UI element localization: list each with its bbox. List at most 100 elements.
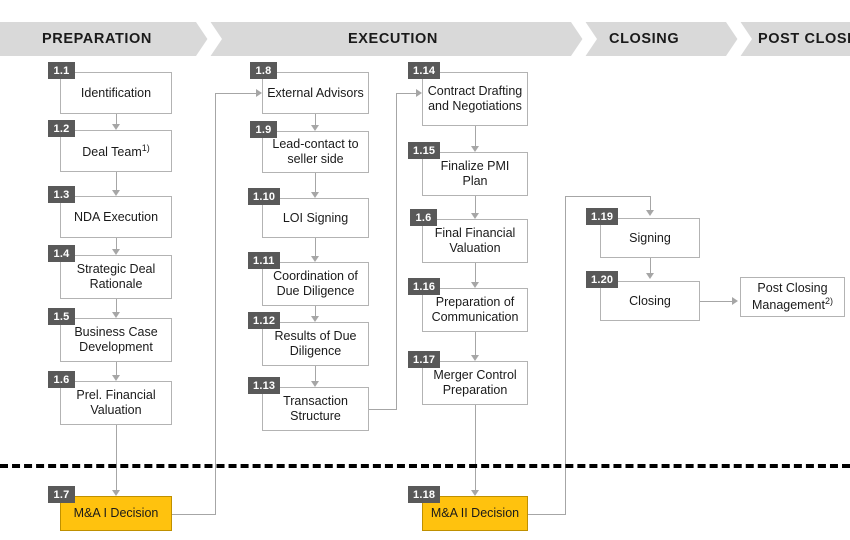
node-post-closing-management[interactable]: Post Closing Management2) xyxy=(740,277,845,317)
connector-1-11-to-1-12 xyxy=(315,306,316,316)
connector-1-13-to-1-14-seg-in xyxy=(396,93,416,94)
badge-1-6-text: 1.6 xyxy=(53,373,70,386)
phase-post-closing: POST CLOSING xyxy=(738,22,850,56)
node-loi-signing-label: LOI Signing xyxy=(282,210,349,225)
node-business-case-development[interactable]: Business Case Development xyxy=(60,318,172,362)
badge-1-9: 1.9 xyxy=(250,121,277,138)
badge-1-16-text: 1.16 xyxy=(413,280,436,293)
node-coordination-due-diligence-label: Coordination of Due Diligence xyxy=(273,269,358,298)
connector-1-15-to-1-6b xyxy=(475,196,476,213)
ma-process-flow-diagram: PREPARATION EXECUTION CLOSING POST CLOSI… xyxy=(0,0,850,540)
connector-1-7-to-1-8-seg-right xyxy=(172,514,216,515)
node-finalize-pmi-plan-label: Finalize PMI Plan xyxy=(440,159,510,188)
badge-1-3-text: 1.3 xyxy=(53,188,70,201)
connector-1-1-to-1-2 xyxy=(116,114,117,124)
node-merger-control-preparation-label: Merger Control Preparation xyxy=(433,368,517,397)
badge-1-20-text: 1.20 xyxy=(591,273,614,286)
node-lead-contact[interactable]: Lead-contact to seller side xyxy=(262,131,369,173)
badge-1-6b: 1.6 xyxy=(410,209,437,226)
node-ma-i-decision-label: M&A I Decision xyxy=(73,506,159,521)
node-identification[interactable]: Identification xyxy=(60,72,172,114)
badge-1-16: 1.16 xyxy=(408,278,441,295)
badge-1-19: 1.19 xyxy=(586,208,619,225)
badge-1-1-text: 1.1 xyxy=(53,64,70,77)
badge-1-17: 1.17 xyxy=(408,351,441,368)
node-strategic-deal-rationale-label: Strategic Deal Rationale xyxy=(76,262,156,291)
connector-1-3-to-1-4 xyxy=(116,238,117,249)
connector-1-20-to-post-closing xyxy=(700,301,732,302)
node-deal-team-label: Deal Team1) xyxy=(82,142,150,159)
badge-1-13: 1.13 xyxy=(248,377,281,394)
badge-1-3: 1.3 xyxy=(48,186,75,203)
badge-1-7: 1.7 xyxy=(48,486,75,503)
connector-1-12-to-1-13 xyxy=(315,366,316,381)
badge-1-7-text: 1.7 xyxy=(53,488,70,501)
phase-closing: CLOSING xyxy=(583,22,738,56)
node-business-case-development-label: Business Case Development xyxy=(74,325,158,354)
badge-1-4-text: 1.4 xyxy=(53,247,70,260)
node-contract-drafting[interactable]: Contract Drafting and Negotiations xyxy=(422,72,528,126)
node-identification-label: Identification xyxy=(80,85,152,100)
node-nda-execution[interactable]: NDA Execution xyxy=(60,196,172,238)
connector-1-7-to-1-8-seg-in xyxy=(215,93,256,94)
connector-1-18-to-1-19-seg-right xyxy=(528,514,566,515)
badge-1-8: 1.8 xyxy=(250,62,277,79)
phase-post-closing-label: POST CLOSING xyxy=(758,31,850,47)
connector-1-7-to-1-8-seg-up xyxy=(215,93,216,514)
connector-1-4-to-1-5 xyxy=(116,299,117,312)
phase-header-band: PREPARATION EXECUTION CLOSING POST CLOSI… xyxy=(0,22,850,56)
connector-1-10-to-1-11 xyxy=(315,238,316,256)
connector-1-17-to-1-18 xyxy=(475,405,476,490)
badge-1-18-text: 1.18 xyxy=(413,488,436,501)
node-ma-i-decision[interactable]: M&A I Decision xyxy=(60,496,172,531)
connector-1-13-to-1-14-seg-right xyxy=(369,409,397,410)
badge-1-5-text: 1.5 xyxy=(53,310,70,323)
badge-1-10-text: 1.10 xyxy=(253,190,276,203)
connector-1-18-to-1-19-seg-in xyxy=(565,196,650,197)
badge-1-15: 1.15 xyxy=(408,142,441,159)
phase-preparation-label: PREPARATION xyxy=(42,31,152,47)
node-nda-execution-label: NDA Execution xyxy=(73,209,159,224)
phase-closing-label: CLOSING xyxy=(609,31,680,47)
node-signing-label: Signing xyxy=(629,230,671,245)
badge-1-10: 1.10 xyxy=(248,188,281,205)
arrowhead-1-20 xyxy=(646,273,654,279)
badge-1-5: 1.5 xyxy=(48,308,75,325)
badge-1-8-text: 1.8 xyxy=(255,64,272,77)
phase-execution: EXECUTION xyxy=(208,22,583,56)
badge-1-14-text: 1.14 xyxy=(413,64,436,77)
connector-1-14-to-1-15 xyxy=(475,126,476,146)
connector-1-8-to-1-9 xyxy=(315,114,316,125)
badge-1-2-text: 1.2 xyxy=(53,122,70,135)
node-prel-financial-valuation[interactable]: Prel. Financial Valuation xyxy=(60,381,172,425)
connector-1-19-drop xyxy=(650,196,651,212)
connector-1-2-to-1-3 xyxy=(116,172,117,190)
arrowhead-post-closing xyxy=(732,297,738,305)
node-transaction-structure-label: Transaction Structure xyxy=(283,394,348,423)
node-results-due-diligence-label: Results of Due Diligence xyxy=(274,329,357,358)
node-external-advisors-label: External Advisors xyxy=(267,85,364,100)
phase-execution-label: EXECUTION xyxy=(348,31,438,47)
node-preparation-communication-label: Preparation of Communication xyxy=(431,295,519,324)
connector-1-13-to-1-14-seg-up xyxy=(396,93,397,409)
badge-1-15-text: 1.15 xyxy=(413,144,436,157)
badge-1-19-text: 1.19 xyxy=(591,210,614,223)
badge-1-18: 1.18 xyxy=(408,486,441,503)
connector-1-16-to-1-17 xyxy=(475,332,476,355)
connector-1-9-to-1-10 xyxy=(315,173,316,192)
badge-1-13-text: 1.13 xyxy=(253,379,276,392)
node-closing-label: Closing xyxy=(629,293,671,308)
node-strategic-deal-rationale[interactable]: Strategic Deal Rationale xyxy=(60,255,172,299)
node-contract-drafting-label: Contract Drafting and Negotiations xyxy=(427,84,523,113)
node-deal-team[interactable]: Deal Team1) xyxy=(60,130,172,172)
node-final-financial-valuation-label: Final Financial Valuation xyxy=(434,226,516,255)
node-final-financial-valuation[interactable]: Final Financial Valuation xyxy=(422,219,528,263)
badge-1-4: 1.4 xyxy=(48,245,75,262)
node-lead-contact-label: Lead-contact to seller side xyxy=(272,137,359,166)
badge-1-14: 1.14 xyxy=(408,62,441,79)
connector-1-5-to-1-6 xyxy=(116,362,117,375)
connector-1-6b-to-1-16 xyxy=(475,263,476,282)
node-external-advisors[interactable]: External Advisors xyxy=(262,72,369,114)
phase-preparation: PREPARATION xyxy=(0,22,208,56)
badge-1-11-text: 1.11 xyxy=(253,254,275,267)
